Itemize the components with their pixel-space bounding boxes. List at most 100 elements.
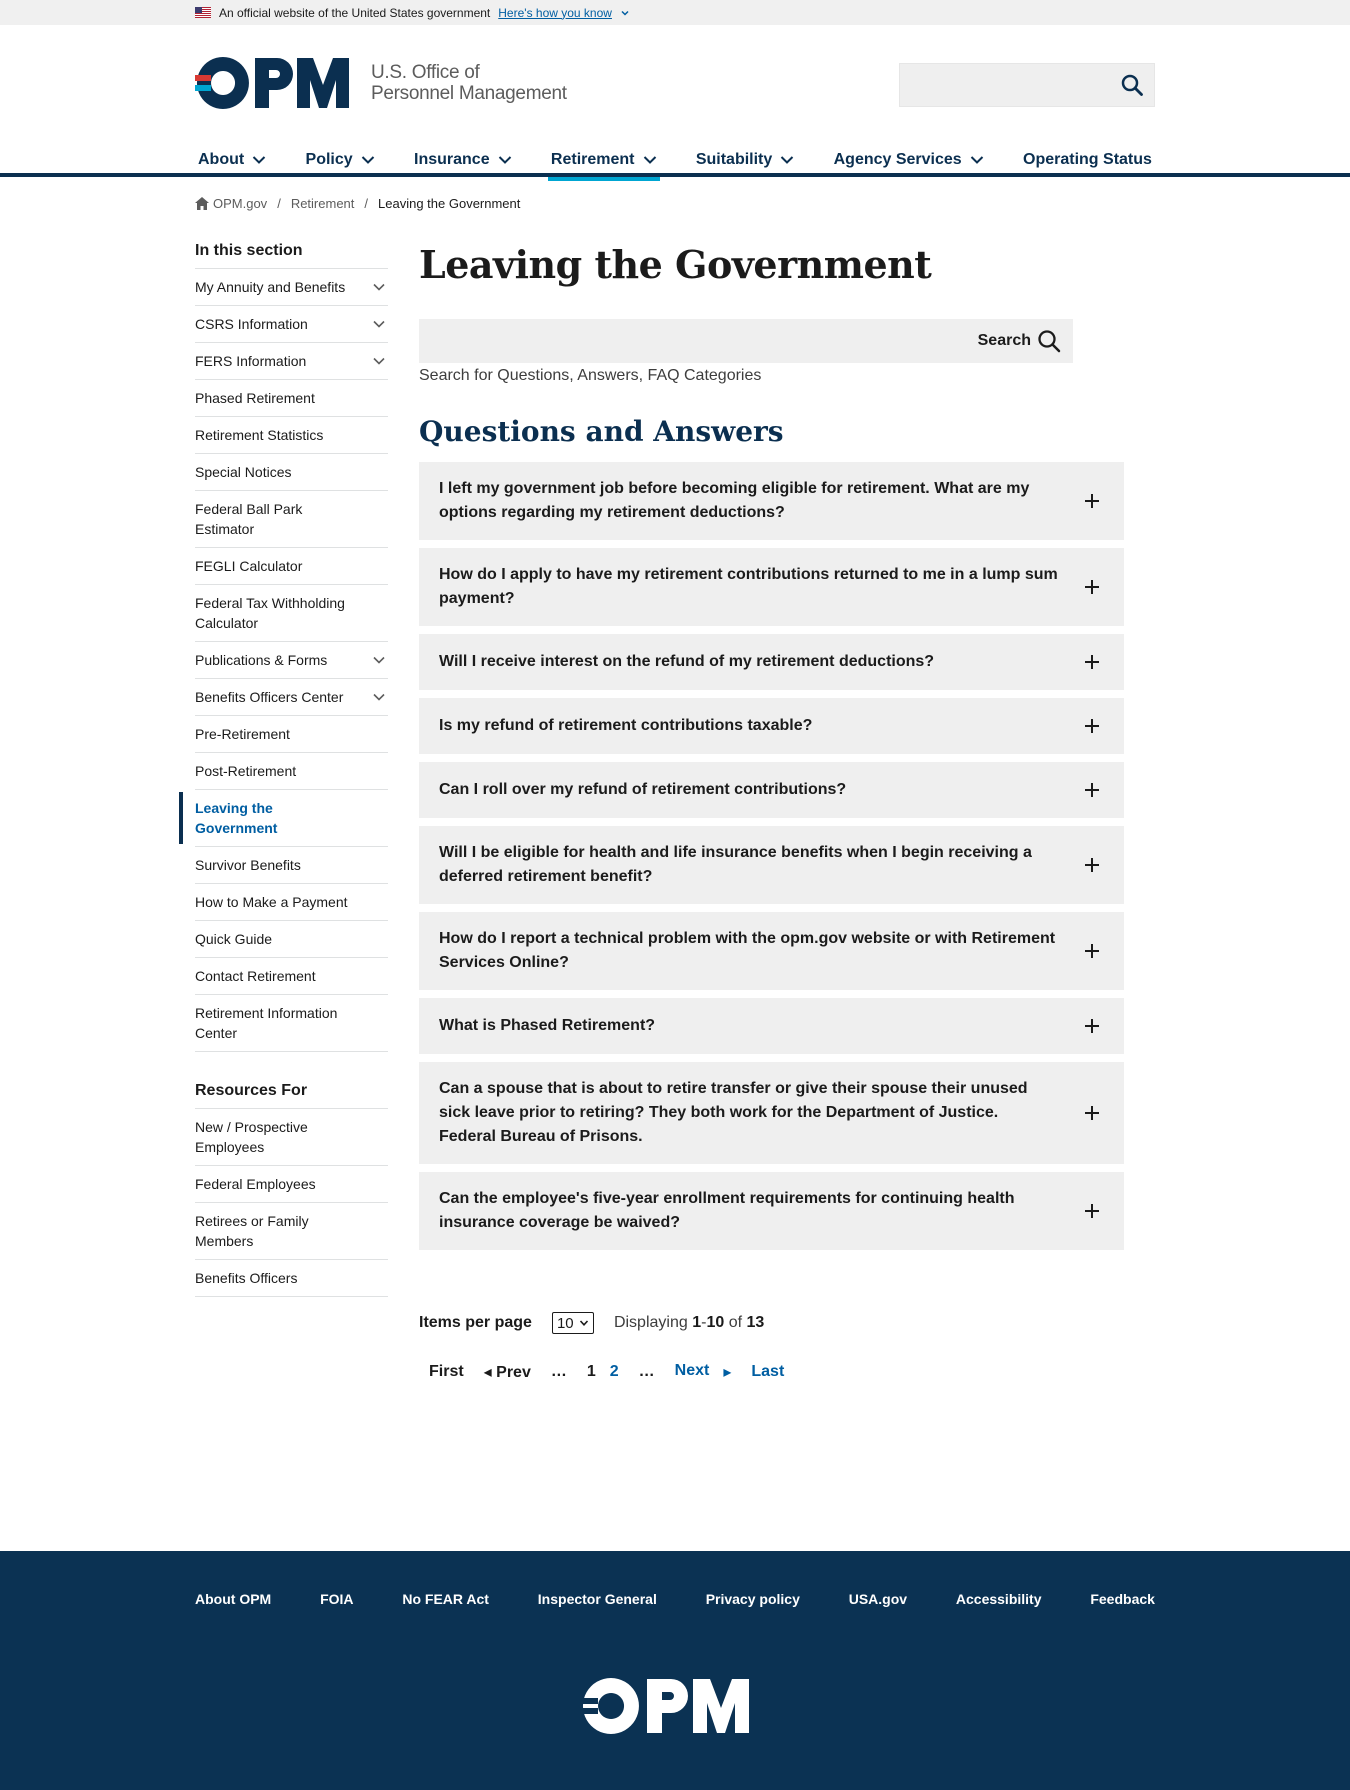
- search-icon[interactable]: [1120, 73, 1144, 97]
- sidebar-item-leaving-the-government[interactable]: Leaving the Government: [179, 790, 388, 847]
- heres-how-you-know-link[interactable]: Here's how you know: [498, 6, 612, 20]
- faq-item[interactable]: Can I roll over my refund of retirement …: [419, 762, 1124, 818]
- plus-icon[interactable]: [1084, 493, 1100, 509]
- items-per-page-select[interactable]: 10: [551, 1312, 594, 1334]
- footer-link-accessibility[interactable]: Accessibility: [956, 1591, 1042, 1607]
- faq-question: Can the employee's five-year enrollment …: [439, 1190, 1015, 1231]
- faq-item[interactable]: How do I apply to have my retirement con…: [419, 548, 1124, 626]
- sidebar-item-special-notices[interactable]: Special Notices: [195, 454, 388, 491]
- items-per-page-label: Items per page: [419, 1314, 532, 1331]
- footer-link-privacy-policy[interactable]: Privacy policy: [706, 1591, 800, 1607]
- section-sidebar: In this section My Annuity and Benefits C…: [179, 242, 388, 1297]
- pager-first[interactable]: First: [429, 1363, 464, 1381]
- agency-name-line2: Personnel Management: [371, 83, 567, 104]
- plus-icon[interactable]: [1084, 1105, 1100, 1121]
- plus-icon[interactable]: [1084, 1203, 1100, 1219]
- chevron-down-icon[interactable]: [620, 8, 630, 18]
- faq-item[interactable]: How do I report a technical problem with…: [419, 912, 1124, 990]
- sidebar-item-retirement-information-center[interactable]: Retirement Information Center: [195, 995, 388, 1052]
- pager-last[interactable]: Last: [751, 1363, 784, 1381]
- sidebar-item-csrs-information[interactable]: CSRS Information: [195, 306, 388, 343]
- chevron-down-icon: [781, 156, 794, 164]
- faq-item[interactable]: Will I be eligible for health and life i…: [419, 826, 1124, 904]
- sidebar-item-label: Post-Retirement: [195, 763, 297, 779]
- faq-item[interactable]: I left my government job before becoming…: [419, 462, 1124, 540]
- plus-icon[interactable]: [1084, 943, 1100, 959]
- sidebar-item-federal-ball-park-estimator[interactable]: Federal Ball Park Estimator: [195, 491, 388, 548]
- footer-link-no-fear-act[interactable]: No FEAR Act: [402, 1591, 489, 1607]
- pager-page-2[interactable]: 2: [610, 1363, 619, 1381]
- sidebar-item-contact-retirement[interactable]: Contact Retirement: [195, 958, 388, 995]
- pager-ellipsis: …: [550, 1363, 567, 1380]
- breadcrumb-home[interactable]: OPM.gov: [213, 196, 267, 211]
- sidebar-item-my-annuity-and-benefits[interactable]: My Annuity and Benefits: [195, 269, 388, 306]
- sidebar-item-label: Publications & Forms: [195, 652, 328, 668]
- search-icon[interactable]: [1037, 329, 1061, 353]
- faq-accordion: I left my government job before becoming…: [419, 462, 1124, 1250]
- sidebar-item-retirement-statistics[interactable]: Retirement Statistics: [195, 417, 388, 454]
- footer-link-foia[interactable]: FOIA: [320, 1591, 353, 1607]
- plus-icon[interactable]: [1084, 654, 1100, 670]
- sidebar-item-benefits-officers-center[interactable]: Benefits Officers Center: [195, 679, 388, 716]
- sidebar-item-survivor-benefits[interactable]: Survivor Benefits: [195, 847, 388, 884]
- pager-next[interactable]: Next: [675, 1362, 710, 1382]
- faq-item[interactable]: Is my refund of retirement contributions…: [419, 698, 1124, 754]
- sidebar-item-new-prospective-employees[interactable]: New / Prospective Employees: [195, 1109, 388, 1166]
- plus-icon[interactable]: [1084, 857, 1100, 873]
- plus-icon[interactable]: [1084, 718, 1100, 734]
- footer-link-about-opm[interactable]: About OPM: [195, 1591, 271, 1607]
- chevron-down-icon: [252, 156, 266, 164]
- faq-item[interactable]: Can a spouse that is about to retire tra…: [419, 1062, 1124, 1164]
- chevron-down-icon[interactable]: [372, 690, 386, 704]
- faq-question: Is my refund of retirement contributions…: [439, 717, 813, 734]
- header-search-input[interactable]: [899, 63, 1155, 107]
- sidebar-item-fegli-calculator[interactable]: FEGLI Calculator: [195, 548, 388, 585]
- agency-name-line1: U.S. Office of: [371, 62, 480, 83]
- main-content: Leaving the Government Search Search for…: [419, 242, 1124, 1382]
- sidebar-item-pre-retirement[interactable]: Pre-Retirement: [195, 716, 388, 753]
- breadcrumb-retirement[interactable]: Retirement: [291, 196, 355, 211]
- sidebar-item-label: Quick Guide: [195, 931, 273, 947]
- faq-question: Can a spouse that is about to retire tra…: [439, 1080, 1028, 1145]
- pager-next-arrow-icon[interactable]: ▸: [723, 1362, 731, 1382]
- opm-logo-mark: [195, 57, 349, 109]
- sidebar-item-publications-forms[interactable]: Publications & Forms: [195, 642, 388, 679]
- sidebar-item-benefits-officers[interactable]: Benefits Officers: [195, 1260, 388, 1297]
- sidebar-item-label: CSRS Information: [195, 316, 308, 332]
- sidebar-item-retirees-or-family-members[interactable]: Retirees or Family Members: [195, 1203, 388, 1260]
- sidebar-item-label: Leaving the Government: [195, 800, 278, 836]
- pager-summary: Items per page 10 Displaying 1-10 of 13: [419, 1312, 1124, 1334]
- sidebar-item-post-retirement[interactable]: Post-Retirement: [195, 753, 388, 790]
- chevron-down-icon[interactable]: [372, 280, 386, 294]
- pager-prev[interactable]: ◂ Prev: [484, 1362, 531, 1382]
- faq-search-button-label[interactable]: Search: [978, 332, 1031, 350]
- chevron-down-icon[interactable]: [372, 653, 386, 667]
- footer-link-usa-gov[interactable]: USA.gov: [849, 1591, 907, 1607]
- faq-item[interactable]: Will I receive interest on the refund of…: [419, 634, 1124, 690]
- sidebar-item-federal-tax-withholding-calculator[interactable]: Federal Tax Withholding Calculator: [195, 585, 388, 642]
- plus-icon[interactable]: [1084, 782, 1100, 798]
- breadcrumb-current: Leaving the Government: [378, 196, 521, 211]
- footer-link-feedback[interactable]: Feedback: [1090, 1591, 1155, 1607]
- footer-link-inspector-general[interactable]: Inspector General: [538, 1591, 657, 1607]
- opm-logo[interactable]: U.S. Office of Personnel Management: [195, 55, 567, 111]
- plus-icon[interactable]: [1084, 579, 1100, 595]
- faq-item[interactable]: Can the employee's five-year enrollment …: [419, 1172, 1124, 1250]
- sidebar-item-quick-guide[interactable]: Quick Guide: [195, 921, 388, 958]
- sidebar-item-federal-employees[interactable]: Federal Employees: [195, 1166, 388, 1203]
- sidebar-item-how-to-make-a-payment[interactable]: How to Make a Payment: [195, 884, 388, 921]
- plus-icon[interactable]: [1084, 1018, 1100, 1034]
- sidebar-item-label: Federal Employees: [195, 1176, 316, 1192]
- sidebar-item-label: Phased Retirement: [195, 390, 315, 406]
- chevron-down-icon: [643, 156, 656, 164]
- opm-footer-logo[interactable]: [581, 1676, 763, 1736]
- faq-item[interactable]: What is Phased Retirement?: [419, 998, 1124, 1054]
- chevron-down-icon[interactable]: [372, 317, 386, 331]
- sidebar-item-label: FERS Information: [195, 353, 307, 369]
- sidebar-item-fers-information[interactable]: FERS Information: [195, 343, 388, 380]
- sidebar-item-phased-retirement[interactable]: Phased Retirement: [195, 380, 388, 417]
- gov-banner: An official website of the United States…: [0, 0, 1350, 25]
- chevron-down-icon[interactable]: [372, 354, 386, 368]
- pager-ellipsis: …: [638, 1363, 655, 1380]
- faq-search-input[interactable]: Search: [419, 319, 1073, 363]
